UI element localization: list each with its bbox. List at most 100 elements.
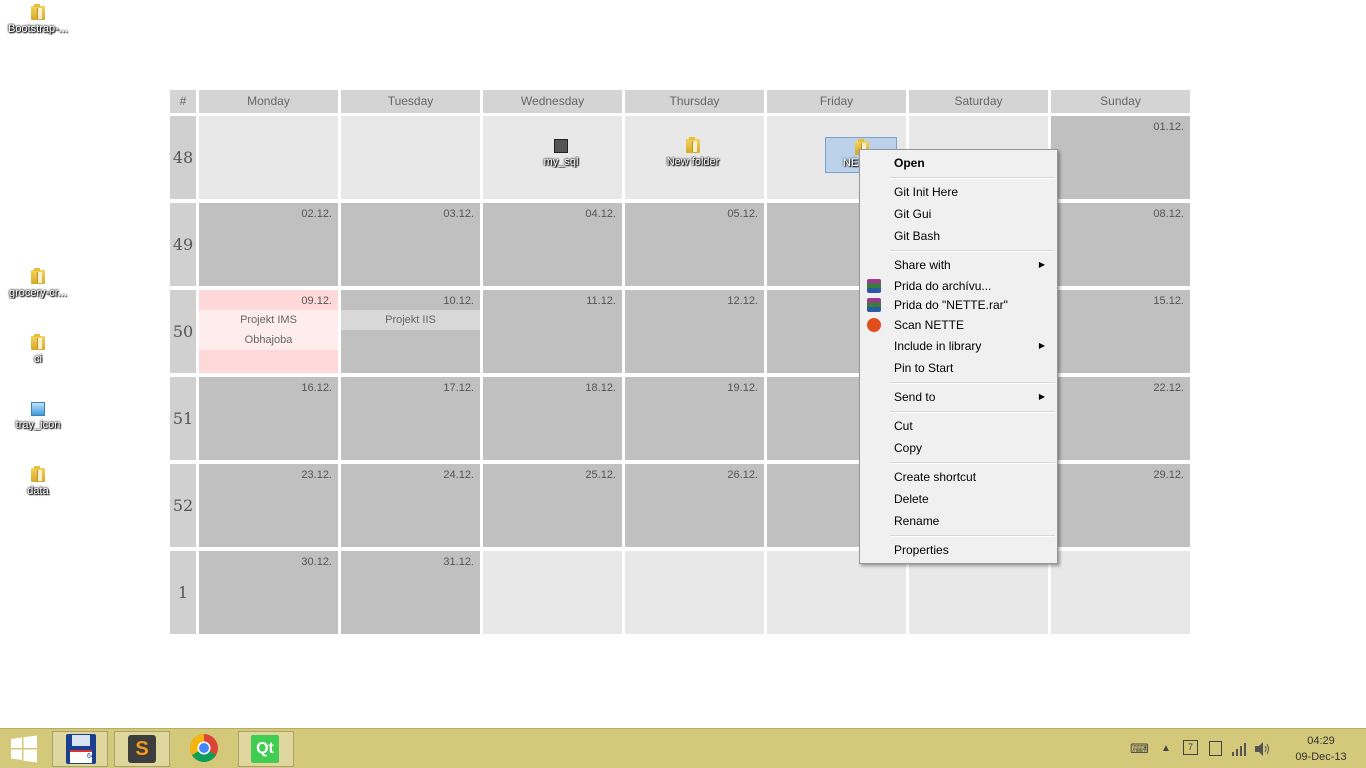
volume-icon[interactable] [1255,742,1271,756]
desktop-icon-tray-icon[interactable]: tray_icon [0,402,76,431]
menu-item-share-with[interactable]: Share with ▶ [894,255,1053,275]
submenu-arrow-icon: ▶ [1038,392,1045,401]
menu-item-rename[interactable]: Rename [894,511,1053,531]
menu-item-label: Properties [894,543,949,557]
menu-item-label: Git Bash [894,229,941,243]
day-cell [341,116,480,199]
date-label: 05.12. [727,208,758,220]
date-label: 15.12. [1153,295,1184,307]
desktop-icon-ci[interactable]: ci [0,334,76,365]
menu-item-open[interactable]: Open [894,153,1053,173]
menu-item-cut[interactable]: Cut [894,416,1053,436]
menu-item-add-to-archive[interactable]: Prida do archívu... [894,276,1053,296]
day-header-sunday: Sunday [1051,90,1190,113]
date-label: 24.12. [443,469,474,481]
date-label: 03.12. [443,208,474,220]
clock-date: 09-Dec-13 [1295,751,1347,763]
device-icon[interactable] [1209,741,1222,756]
day-cell: 23.12. [199,464,338,547]
day-cell: 04.12. [483,203,622,286]
calendar-event: Projekt IMS [199,310,338,330]
menu-item-label: Rename [894,514,940,528]
desktop-icon-label: Bootstrap-... [8,23,68,35]
day-cell: 15.12. [1051,290,1190,373]
date-label: 22.12. [1153,382,1184,394]
day-cell: 17.12. [341,377,480,460]
week-number: 52 [170,464,196,547]
folder-icon [686,137,700,153]
menu-item-label: Create shortcut [894,470,977,484]
start-icon [11,735,37,763]
menu-item-scan-nette[interactable]: Scan NETTE [894,315,1053,335]
taskbar-qt-creator[interactable]: Qt [238,731,294,767]
date-label: 25.12. [585,469,616,481]
day-header-saturday: Saturday [909,90,1048,113]
system-clock[interactable]: 04:29 09-Dec-13 [1286,733,1356,765]
week-number: 1 [170,551,196,634]
day-cell: 02.12. [199,203,338,286]
desktop-icon-label: my_sql [543,156,579,168]
menu-item-send-to[interactable]: Send to ▶ [894,387,1053,407]
day-cell: 12.12. [625,290,764,373]
calendar-tray-icon[interactable]: 7 [1183,740,1198,755]
day-cell: 01.12. [1051,116,1190,199]
desktop-icon-label: NE [843,157,859,169]
menu-item-delete[interactable]: Delete [894,489,1053,509]
sublime-text-icon: S [128,735,156,763]
date-label: 01.12. [1153,121,1184,133]
start-button[interactable] [0,731,48,767]
taskbar-chrome[interactable] [176,731,232,767]
desktop-icon-label: grocery-cr... [8,287,68,299]
day-cell: 03.12. [341,203,480,286]
menu-item-add-to-nette-rar[interactable]: Prida do "NETTE.rar" [894,295,1053,315]
date-label: 17.12. [443,382,474,394]
taskbar-floppy-app[interactable]: 64 [52,731,108,767]
week-number: 51 [170,377,196,460]
date-label: 29.12. [1153,469,1184,481]
desktop-icon-data[interactable]: data [0,466,76,497]
avast-icon [867,318,881,332]
menu-item-create-shortcut[interactable]: Create shortcut [894,467,1053,487]
calendar-event: Projekt IIS [341,310,480,330]
day-cell: 19.12. [625,377,764,460]
day-cell: 05.12. [625,203,764,286]
menu-separator [890,250,1055,252]
taskbar: 64 S Qt ⌨ ▲ 7 04:29 09-Dec-13 [0,728,1366,768]
taskbar-sublime-text[interactable]: S [114,731,170,767]
date-label: 26.12. [727,469,758,481]
network-signal-icon[interactable] [1232,742,1248,756]
menu-item-label: Cut [894,419,913,433]
menu-item-label: Prida do archívu... [894,279,992,293]
desktop-icon-grocery[interactable]: grocery-cr... [0,268,76,299]
keyboard-icon[interactable]: ⌨ [1130,741,1149,757]
menu-item-git-bash[interactable]: Git Bash [894,226,1053,246]
menu-item-pin-to-start[interactable]: Pin to Start [894,358,1053,378]
desktop-icon-my-sql[interactable]: my_sql [523,139,599,168]
menu-item-include-in-library[interactable]: Include in library ▶ [894,336,1053,356]
day-cell: 16.12. [199,377,338,460]
day-cell [483,551,622,634]
winrar-icon [867,298,881,312]
menu-item-copy[interactable]: Copy [894,438,1053,458]
menu-item-git-init[interactable]: Git Init Here [894,182,1053,202]
day-cell: 31.12. [341,551,480,634]
desktop-icon-new-folder[interactable]: New folder [655,137,731,168]
day-cell: 11.12. [483,290,622,373]
folder-icon [31,466,45,482]
date-label: 12.12. [727,295,758,307]
menu-separator [890,382,1055,384]
menu-separator [890,462,1055,464]
menu-item-properties[interactable]: Properties [894,540,1053,560]
menu-item-label: Prida do "NETTE.rar" [894,298,1008,312]
desktop-icon-bootstrap[interactable]: Bootstrap-... [0,4,76,35]
desktop-icon-label: tray_icon [15,419,61,431]
sql-file-icon [554,139,568,153]
date-label: 18.12. [585,382,616,394]
menu-separator [890,411,1055,413]
day-cell: 29.12. [1051,464,1190,547]
week-number-header: # [170,90,196,113]
show-hidden-icons-arrow[interactable]: ▲ [1161,743,1171,754]
chrome-icon [190,734,218,762]
menu-item-git-gui[interactable]: Git Gui [894,204,1053,224]
menu-item-label: Share with [894,258,951,272]
